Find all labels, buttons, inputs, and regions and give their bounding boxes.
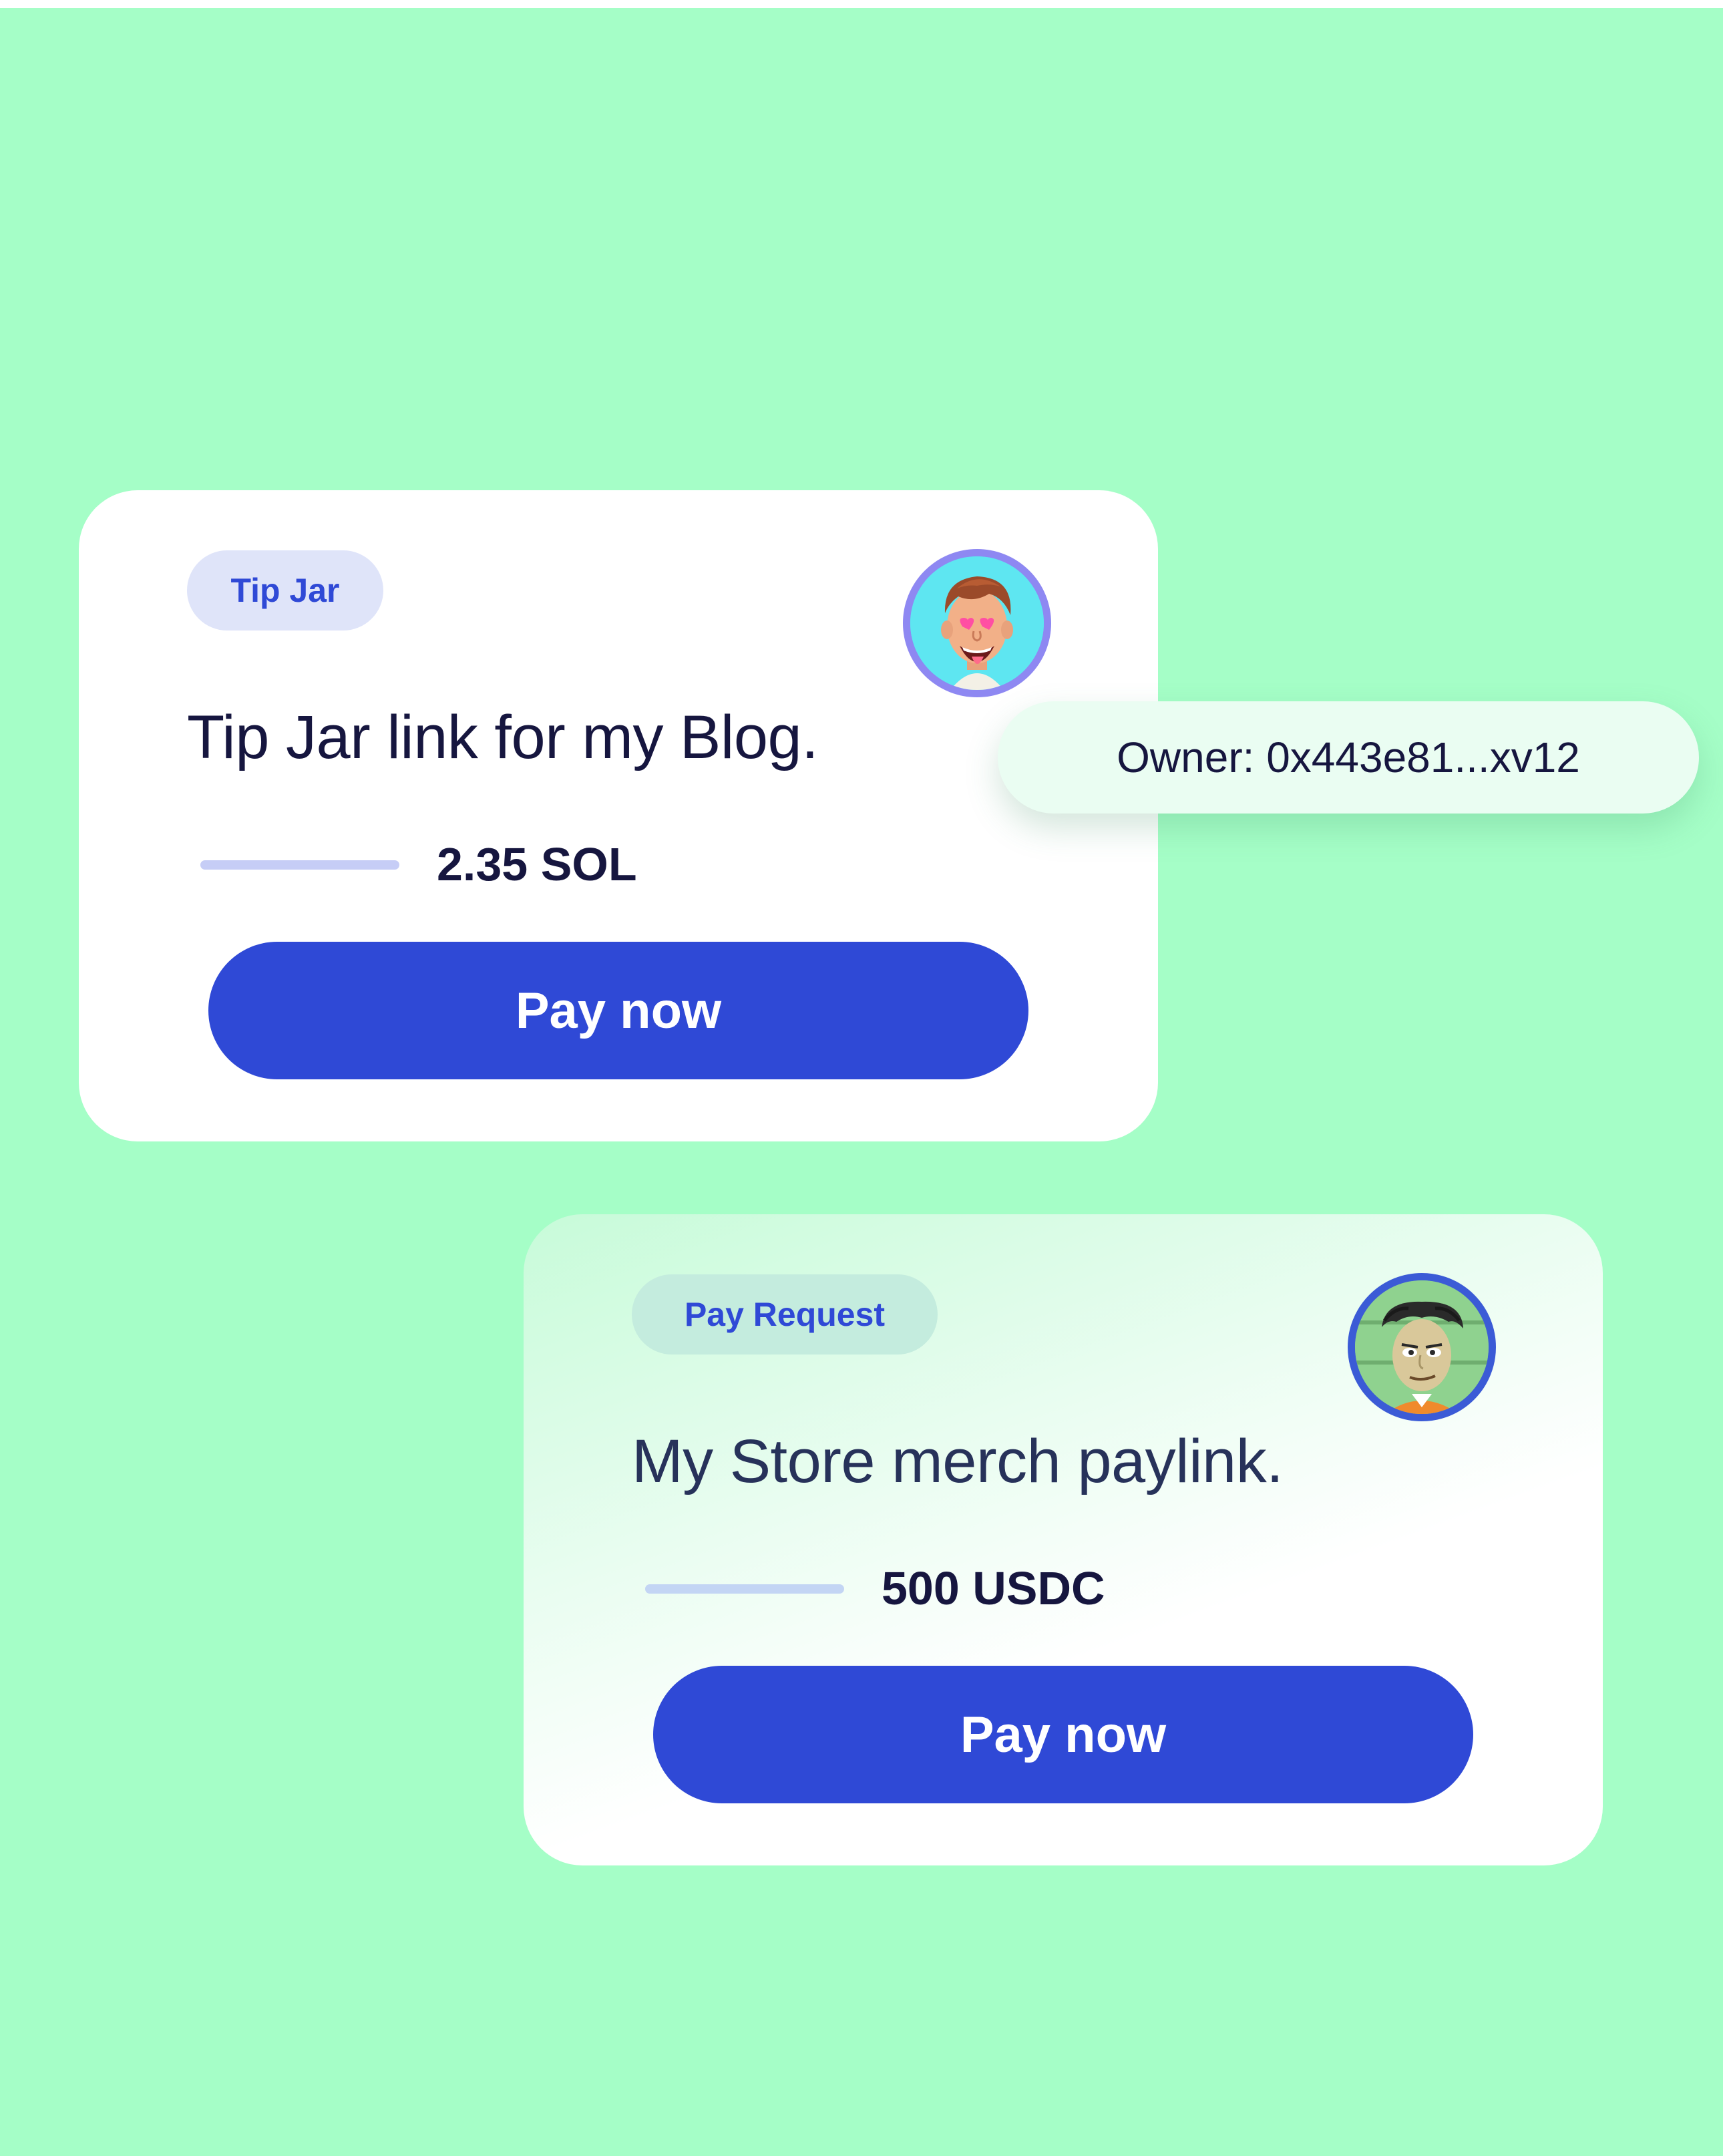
tip-jar-tag: Tip Jar — [187, 550, 383, 631]
pay-request-pay-now-button[interactable]: Pay now — [653, 1666, 1473, 1803]
cartoon-old-man-avatar-icon — [1348, 1273, 1496, 1421]
pay-request-tag: Pay Request — [632, 1274, 938, 1355]
pay-request-title: My Store merch paylink. — [632, 1427, 1284, 1495]
top-border-strip — [0, 0, 1723, 8]
pay-request-amount: 500 USDC — [882, 1562, 1105, 1614]
owner-address-pill: Owner: 0x443e81...xv12 — [998, 701, 1699, 814]
cartoon-man-avatar-icon — [903, 549, 1051, 697]
tip-jar-pay-now-button[interactable]: Pay now — [208, 942, 1028, 1079]
amount-placeholder-line — [645, 1584, 844, 1594]
tip-jar-title: Tip Jar link for my Blog. — [187, 703, 819, 771]
amount-placeholder-line — [200, 860, 399, 870]
tip-jar-amount: 2.35 SOL — [437, 838, 637, 890]
tip-jar-card: Tip Jar Tip Jar link for my Blog. 2.35 S… — [79, 490, 1158, 1141]
pay-request-card: Pay Request My Store merch paylink. 500 … — [524, 1214, 1603, 1865]
